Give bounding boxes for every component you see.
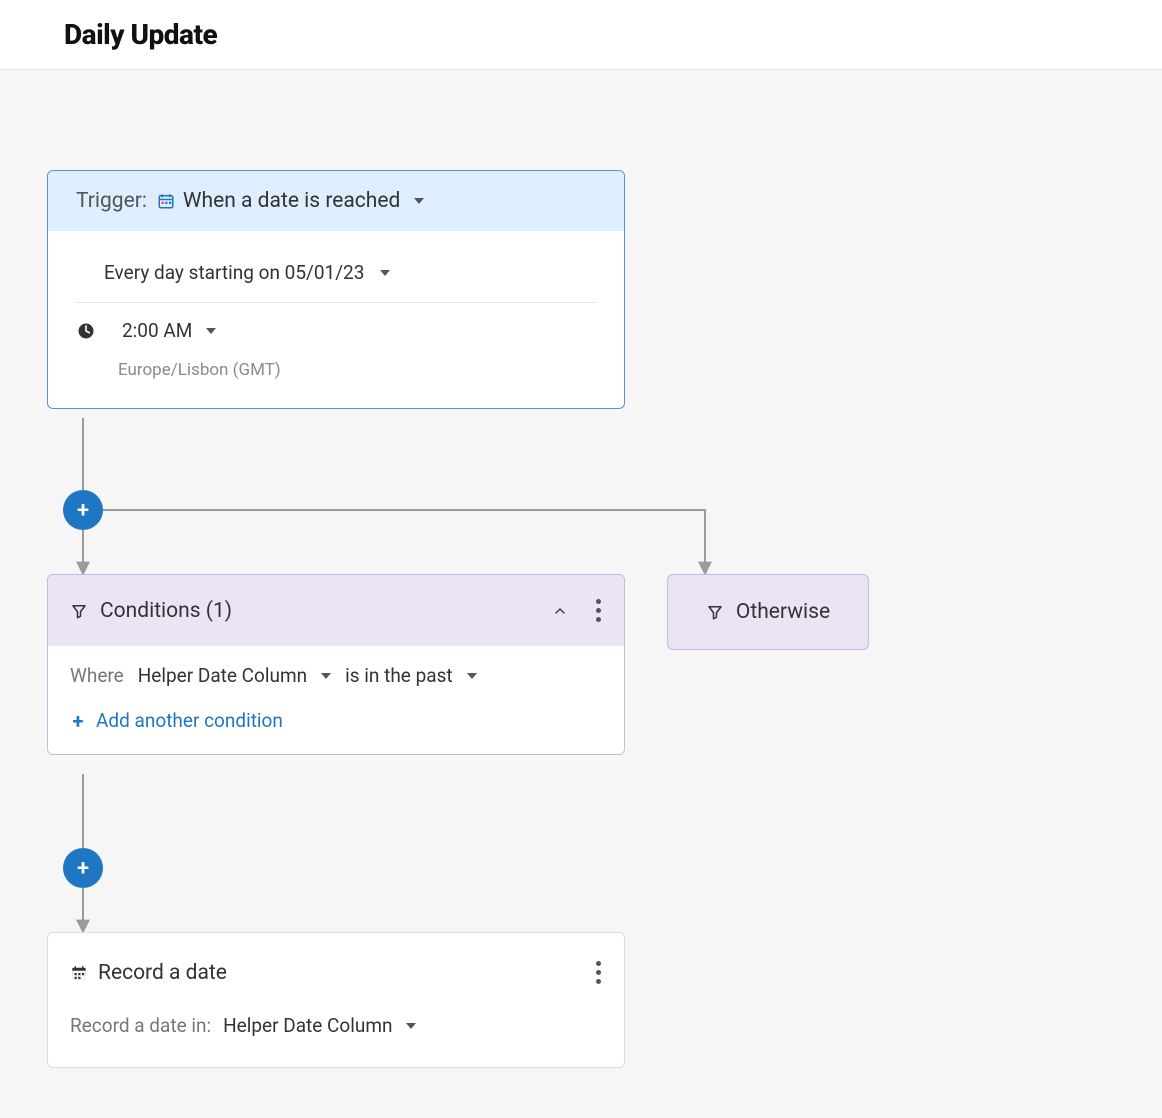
add-step-button[interactable]: + bbox=[63, 490, 103, 530]
trigger-type-select[interactable]: When a date is reached bbox=[157, 189, 424, 213]
date-icon bbox=[157, 192, 175, 210]
trigger-schedule-select[interactable]: Every day starting on 05/01/23 bbox=[76, 249, 596, 296]
chevron-up-icon bbox=[552, 602, 568, 620]
chevron-down-icon bbox=[406, 1023, 416, 1029]
conditions-body: Where Helper Date Column is in the past … bbox=[48, 646, 624, 754]
chevron-down-icon bbox=[380, 270, 390, 276]
chevron-down-icon bbox=[414, 198, 424, 204]
condition-field-select[interactable]: Helper Date Column bbox=[138, 664, 331, 687]
chevron-down-icon bbox=[206, 328, 216, 334]
plus-icon: + bbox=[70, 713, 86, 729]
more-icon bbox=[596, 961, 601, 966]
add-condition-button[interactable]: + Add another condition bbox=[70, 709, 602, 732]
chevron-down-icon bbox=[467, 673, 477, 679]
conditions-node: Conditions (1) Where Helper Date Column … bbox=[47, 574, 625, 755]
condition-operator-select[interactable]: is in the past bbox=[345, 664, 476, 687]
add-condition-label: Add another condition bbox=[96, 709, 283, 732]
chevron-down-icon bbox=[321, 673, 331, 679]
trigger-timezone: Europe/Lisbon (GMT) bbox=[118, 360, 596, 380]
filter-icon bbox=[706, 603, 724, 621]
trigger-schedule-label: Every day starting on 05/01/23 bbox=[104, 261, 364, 284]
condition-row: Where Helper Date Column is in the past bbox=[70, 664, 602, 687]
record-title: Record a date bbox=[98, 961, 227, 985]
record-menu-button[interactable] bbox=[590, 955, 602, 990]
conditions-menu-button[interactable] bbox=[590, 593, 602, 628]
otherwise-node[interactable]: Otherwise bbox=[667, 574, 869, 650]
trigger-node: Trigger: When a date is reached Every da… bbox=[47, 170, 625, 409]
condition-field-label: Helper Date Column bbox=[138, 664, 307, 687]
collapse-button[interactable] bbox=[552, 603, 568, 619]
trigger-body: Every day starting on 05/01/23 2:00 AM E… bbox=[48, 231, 624, 408]
record-field-label: Helper Date Column bbox=[223, 1014, 392, 1037]
record-field-select[interactable]: Helper Date Column bbox=[223, 1014, 416, 1037]
divider bbox=[76, 302, 596, 303]
plus-icon: + bbox=[77, 856, 89, 881]
where-label: Where bbox=[70, 664, 124, 687]
record-label: Record a date in: bbox=[70, 1014, 211, 1037]
record-header: Record a date bbox=[48, 933, 624, 1000]
condition-operator-label: is in the past bbox=[345, 664, 452, 687]
otherwise-label: Otherwise bbox=[736, 600, 830, 624]
trigger-time-row: 2:00 AM bbox=[76, 309, 596, 352]
conditions-header: Conditions (1) bbox=[48, 575, 624, 646]
record-body: Record a date in: Helper Date Column bbox=[48, 1000, 624, 1067]
trigger-label: Trigger: bbox=[76, 189, 147, 213]
trigger-time-label: 2:00 AM bbox=[122, 319, 192, 342]
calendar-icon bbox=[70, 964, 88, 982]
workflow-canvas: Trigger: When a date is reached Every da… bbox=[0, 70, 1162, 1118]
trigger-type-label: When a date is reached bbox=[183, 189, 400, 213]
page-title: Daily Update bbox=[64, 18, 1098, 51]
add-step-button[interactable]: + bbox=[63, 848, 103, 888]
trigger-header: Trigger: When a date is reached bbox=[48, 171, 624, 231]
page-header: Daily Update bbox=[0, 0, 1162, 70]
plus-icon: + bbox=[77, 498, 89, 523]
conditions-title: Conditions (1) bbox=[100, 599, 232, 623]
filter-icon bbox=[70, 602, 88, 620]
trigger-time-select[interactable]: 2:00 AM bbox=[122, 319, 216, 342]
record-node: Record a date Record a date in: Helper D… bbox=[47, 932, 625, 1068]
more-icon bbox=[596, 599, 601, 604]
clock-icon bbox=[76, 321, 96, 341]
